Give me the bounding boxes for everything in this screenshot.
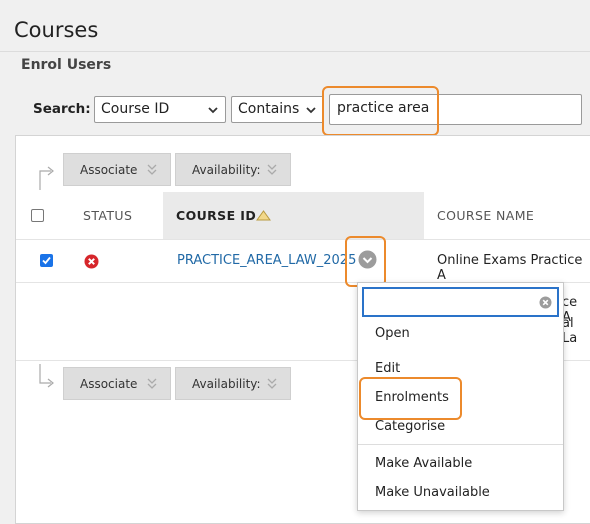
double-chevron-down-icon — [267, 164, 277, 175]
page-subtitle: Enrol Users — [21, 57, 112, 73]
search-label: Search: — [33, 101, 91, 117]
enrolments-highlight — [359, 377, 462, 420]
double-chevron-down-icon — [267, 378, 277, 389]
availability-button-bottom[interactable]: Availability: — [175, 367, 291, 400]
menu-item-make-unavailable[interactable]: Make Unavailable — [375, 485, 490, 500]
search-input-highlight — [322, 86, 439, 136]
associate-label: Associate — [80, 376, 138, 391]
header-divider — [16, 239, 590, 240]
page-title: Courses — [14, 18, 99, 42]
column-header-course-id[interactable]: COURSE ID — [176, 208, 256, 223]
search-field-select[interactable]: Course ID — [94, 96, 226, 123]
associate-button-bottom[interactable]: Associate — [63, 367, 171, 400]
double-chevron-down-icon — [147, 164, 157, 175]
course-id-link[interactable]: PRACTICE_AREA_LAW_2025 — [177, 253, 356, 268]
clear-icon[interactable] — [539, 296, 552, 309]
course-name: Online Exams Practice A — [437, 253, 583, 283]
menu-item-make-available[interactable]: Make Available — [375, 456, 472, 471]
availability-label: Availability: — [192, 162, 261, 177]
chevron-down-icon — [306, 107, 316, 114]
options-chevron-highlight — [345, 236, 386, 287]
availability-button-top[interactable]: Availability: — [175, 153, 291, 186]
row-checkbox[interactable] — [40, 254, 53, 267]
search-field-value: Course ID — [101, 101, 170, 117]
column-header-status[interactable]: STATUS — [83, 208, 132, 223]
title-divider — [0, 51, 590, 52]
bulk-action-arrow-icon — [39, 166, 54, 190]
sort-ascending-icon — [256, 210, 271, 221]
checkmark-icon — [42, 256, 51, 265]
select-all-checkbox[interactable] — [31, 209, 44, 222]
associate-button-top[interactable]: Associate — [63, 153, 171, 186]
course-name-cont-2: al La — [562, 316, 578, 346]
bulk-action-arrow-icon — [39, 364, 54, 388]
menu-item-categorise[interactable]: Categorise — [375, 419, 445, 434]
menu-filter-input[interactable] — [362, 287, 559, 317]
availability-label: Availability: — [192, 376, 261, 391]
search-operator-select[interactable]: Contains — [231, 96, 324, 123]
search-operator-value: Contains — [238, 101, 300, 117]
associate-label: Associate — [80, 162, 138, 177]
menu-item-open[interactable]: Open — [375, 326, 410, 341]
menu-item-edit[interactable]: Edit — [375, 361, 400, 376]
double-chevron-down-icon — [147, 378, 157, 389]
menu-separator — [358, 444, 563, 445]
chevron-down-icon — [208, 107, 218, 114]
column-header-course-name[interactable]: COURSE NAME — [437, 208, 534, 223]
unavailable-x-icon — [84, 254, 99, 269]
